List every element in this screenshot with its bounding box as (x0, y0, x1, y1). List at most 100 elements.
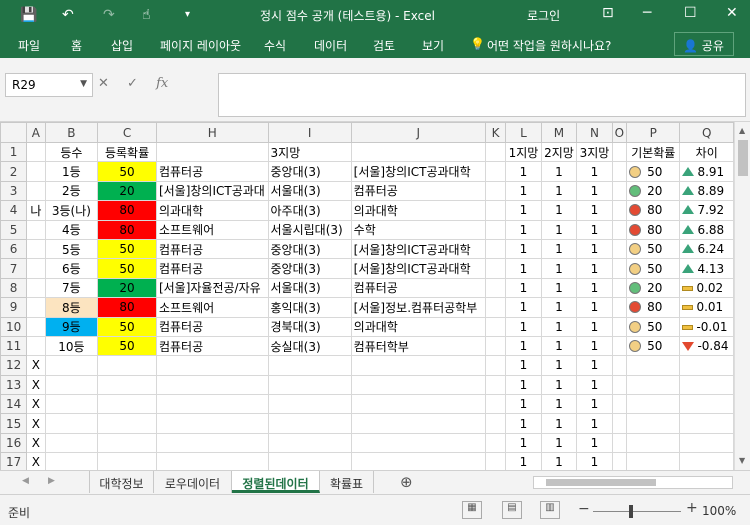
cell-o[interactable] (611, 277, 628, 299)
cell-q[interactable]: 4.13 (679, 258, 734, 279)
cell-q[interactable] (679, 355, 734, 376)
cell-o[interactable] (611, 452, 628, 470)
cell-c[interactable] (97, 413, 157, 434)
tab-scroll-left-icon[interactable]: ◀ (22, 476, 29, 486)
cell-b[interactable]: 7등 (44, 277, 99, 299)
zoom-in-icon[interactable]: + (686, 500, 698, 516)
cell-q[interactable]: 0.02 (679, 277, 734, 299)
cell-q[interactable] (679, 413, 734, 434)
zoom-out-icon[interactable]: − (578, 501, 590, 517)
tell-me-box[interactable]: 어떤 작업을 원하시나요? (487, 37, 611, 54)
cell-m[interactable]: 1 (540, 452, 578, 470)
cell-q[interactable]: 차이 (679, 141, 734, 163)
cell-o[interactable] (611, 355, 628, 376)
row-header[interactable]: 12 (0, 355, 28, 376)
cell-j[interactable]: 의과대학 (350, 200, 486, 221)
row-header[interactable]: 1 (0, 141, 28, 163)
cell-l[interactable]: 1 (505, 277, 542, 299)
cell-n[interactable]: 1 (576, 297, 613, 318)
zoom-slider-track[interactable] (593, 511, 681, 512)
hscroll-thumb[interactable] (546, 479, 656, 486)
cell-a[interactable] (26, 219, 46, 240)
cell-b[interactable]: 3등(나) (44, 200, 99, 221)
maximize-icon[interactable]: ☐ (684, 5, 697, 21)
cell-m[interactable]: 1 (540, 355, 578, 376)
cell-j[interactable] (350, 394, 486, 415)
cell-l[interactable]: 1 (505, 394, 542, 415)
cell-o[interactable] (611, 394, 628, 415)
cell-o[interactable] (611, 200, 628, 221)
cell-h[interactable] (155, 355, 269, 376)
cell-l[interactable]: 1 (505, 219, 542, 240)
cell-n[interactable]: 1 (576, 394, 613, 415)
cell-b[interactable]: 6등 (44, 258, 99, 279)
cell-o[interactable] (611, 238, 628, 260)
cell-n[interactable]: 1 (576, 277, 613, 299)
cell-o[interactable] (611, 219, 628, 240)
cell-k[interactable] (484, 258, 507, 279)
cell-c[interactable]: 80 (97, 297, 157, 318)
row-header[interactable]: 2 (0, 161, 28, 182)
cell-p[interactable]: 50 (626, 258, 681, 279)
cell-j[interactable]: [서울]창의ICT공과대학 (350, 161, 486, 182)
cell-n[interactable]: 1 (576, 432, 613, 454)
cell-n[interactable]: 1 (576, 316, 613, 337)
cell-a[interactable]: 나 (26, 200, 46, 221)
column-header-m[interactable]: M (540, 122, 578, 143)
cell-p[interactable]: 기본확률 (626, 141, 681, 163)
cell-o[interactable] (611, 335, 628, 357)
cell-h[interactable]: 컴퓨터공 (155, 161, 269, 182)
worksheet-grid[interactable]: A B C H I J K L M N O P Q 1 등수 등록확률 3지망 1지망 2지망 3지망 기본확률 차이 2 1… (0, 122, 734, 470)
cell-m[interactable]: 1 (540, 200, 578, 221)
cell-j[interactable] (350, 355, 486, 376)
cell-c[interactable]: 50 (97, 258, 157, 279)
cell-q[interactable]: 0.01 (679, 297, 734, 318)
row-header[interactable]: 3 (0, 180, 28, 202)
cell-k[interactable] (484, 180, 507, 202)
row-header[interactable]: 9 (0, 297, 28, 318)
cell-o[interactable] (611, 374, 628, 396)
cell-n[interactable]: 3지망 (576, 141, 613, 163)
cell-o[interactable] (611, 180, 628, 202)
save-icon[interactable]: 💾 (20, 6, 37, 24)
cell-b[interactable] (44, 413, 99, 434)
cell-l[interactable]: 1 (505, 335, 542, 357)
cell-h[interactable]: [서울]창의ICT공과대 (155, 180, 269, 202)
cell-l[interactable]: 1 (505, 161, 542, 182)
tab-file[interactable]: 파일 (18, 37, 40, 54)
cell-h[interactable]: 컴퓨터공 (155, 335, 269, 357)
cell-c[interactable] (97, 374, 157, 396)
cell-p[interactable]: 50 (626, 316, 681, 337)
column-header-l[interactable]: L (505, 122, 542, 143)
cell-l[interactable]: 1 (505, 452, 542, 470)
cell-m[interactable]: 1 (540, 394, 578, 415)
cell-i[interactable] (267, 413, 352, 434)
row-header[interactable]: 4 (0, 200, 28, 221)
vertical-scrollbar[interactable]: ▲ ▼ (734, 122, 750, 470)
column-header-i[interactable]: I (267, 122, 352, 143)
cell-k[interactable] (484, 277, 507, 299)
column-header-k[interactable]: K (484, 122, 507, 143)
cell-j[interactable] (350, 432, 486, 454)
cell-i[interactable]: 서울시립대(3) (267, 219, 352, 240)
cell-q[interactable] (679, 394, 734, 415)
row-header[interactable]: 7 (0, 258, 28, 279)
tab-scroll-right-icon[interactable]: ▶ (48, 476, 55, 486)
cell-b[interactable]: 5등 (44, 238, 99, 260)
cell-n[interactable]: 1 (576, 335, 613, 357)
cell-a[interactable]: X (26, 452, 46, 470)
cell-i[interactable]: 중앙대(3) (267, 258, 352, 279)
cell-m[interactable]: 1 (540, 277, 578, 299)
cell-k[interactable] (484, 297, 507, 318)
cell-l[interactable]: 1지망 (505, 141, 542, 163)
cell-p[interactable]: 50 (626, 161, 681, 182)
cell-j[interactable]: 컴퓨터학부 (350, 335, 486, 357)
cell-p[interactable]: 50 (626, 238, 681, 260)
cell-k[interactable] (484, 161, 507, 182)
row-header[interactable]: 16 (0, 432, 28, 454)
cell-l[interactable]: 1 (505, 374, 542, 396)
cell-p[interactable] (626, 413, 681, 434)
cell-q[interactable]: 6.24 (679, 238, 734, 260)
cell-i[interactable]: 중앙대(3) (267, 238, 352, 260)
cell-l[interactable]: 1 (505, 316, 542, 337)
